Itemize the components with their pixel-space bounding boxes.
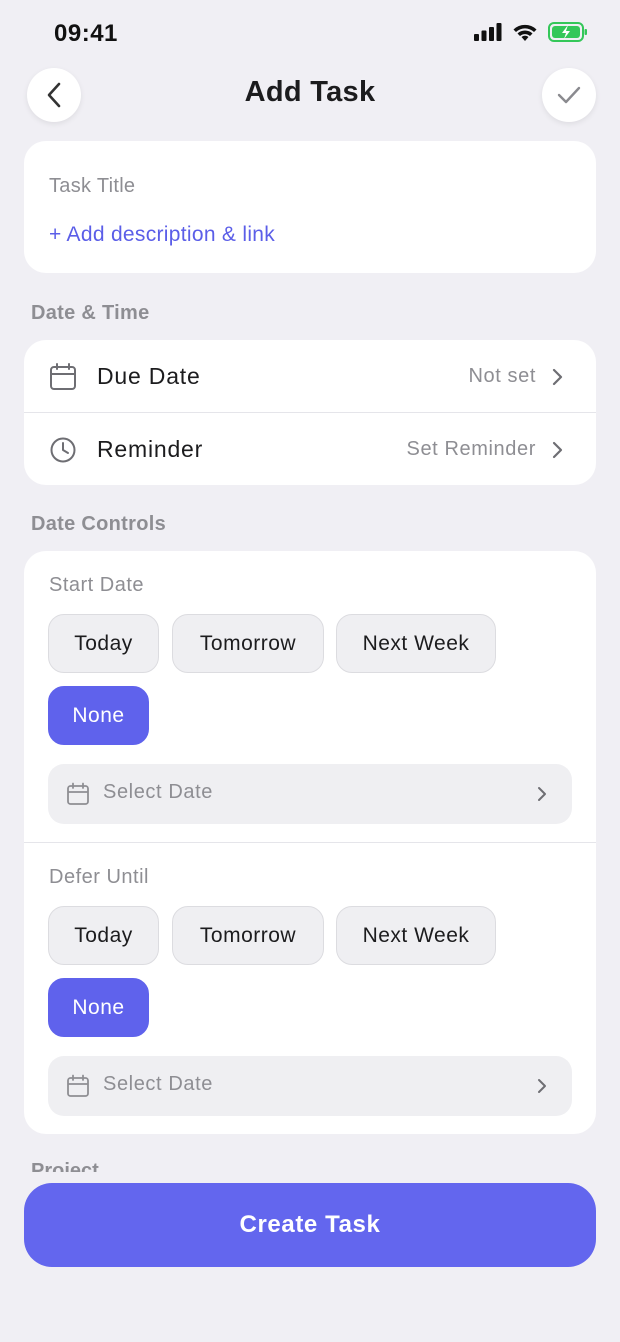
chevron-right-icon: [538, 1079, 546, 1093]
defer-today-chip[interactable]: Today: [48, 906, 159, 965]
chevron-right-icon: [552, 368, 563, 386]
create-task-button[interactable]: Create Task: [24, 1183, 596, 1267]
task-title-input[interactable]: Task Title: [49, 175, 135, 198]
battery-charging-icon: [548, 22, 587, 42]
due-date-value: Not set: [468, 364, 536, 387]
chevron-right-icon: [552, 441, 563, 459]
wifi-icon: [513, 24, 537, 41]
page-title: Add Task: [244, 76, 376, 108]
defer-next-week-chip[interactable]: Next Week: [336, 906, 496, 965]
start-select-date-text: Select Date: [103, 781, 213, 803]
start-today-chip[interactable]: Today: [48, 614, 159, 673]
status-time: 09:41: [54, 20, 118, 47]
calendar-icon: [67, 782, 89, 805]
signal-icon: [474, 23, 502, 41]
start-select-date-button[interactable]: Select Date: [48, 764, 572, 824]
start-date-label: Start Date: [49, 574, 145, 596]
clock-icon: [50, 437, 76, 463]
defer-select-date-text: Select Date: [103, 1073, 213, 1095]
defer-tomorrow-chip[interactable]: Tomorrow: [172, 906, 324, 965]
date-time-section-label: Date & Time: [31, 302, 150, 324]
date-controls-card: Start Date Today Tomorrow Next Week None…: [24, 551, 596, 1134]
date-time-card: Due Date Not set Reminder Set Reminder: [24, 340, 596, 485]
defer-none-chip[interactable]: None: [48, 978, 149, 1037]
add-description-link[interactable]: + Add description & link: [49, 223, 275, 247]
chevron-right-icon: [538, 787, 546, 801]
confirm-button[interactable]: [542, 68, 596, 122]
calendar-icon: [67, 1074, 89, 1097]
reminder-label: Reminder: [97, 435, 204, 462]
date-controls-section-label: Date Controls: [31, 513, 167, 535]
status-icons: [474, 22, 588, 42]
status-bar: 09:41: [0, 0, 620, 62]
start-tomorrow-chip[interactable]: Tomorrow: [172, 614, 324, 673]
task-title-card: Task Title + Add description & link: [24, 141, 596, 273]
calendar-icon: [50, 363, 76, 390]
due-date-row[interactable]: Due Date Not set: [24, 340, 596, 412]
start-next-week-chip[interactable]: Next Week: [336, 614, 496, 673]
due-date-label: Due Date: [97, 362, 201, 389]
reminder-value: Set Reminder: [406, 437, 536, 460]
start-none-chip[interactable]: None: [48, 686, 149, 745]
defer-until-label: Defer Until: [49, 866, 149, 888]
reminder-row[interactable]: Reminder Set Reminder: [24, 413, 596, 485]
defer-select-date-button[interactable]: Select Date: [48, 1056, 572, 1116]
project-section-label: Project: [31, 1160, 99, 1172]
nav-header: Add Task: [0, 66, 620, 124]
controls-divider: [24, 842, 596, 843]
checkmark-icon: [557, 86, 581, 104]
